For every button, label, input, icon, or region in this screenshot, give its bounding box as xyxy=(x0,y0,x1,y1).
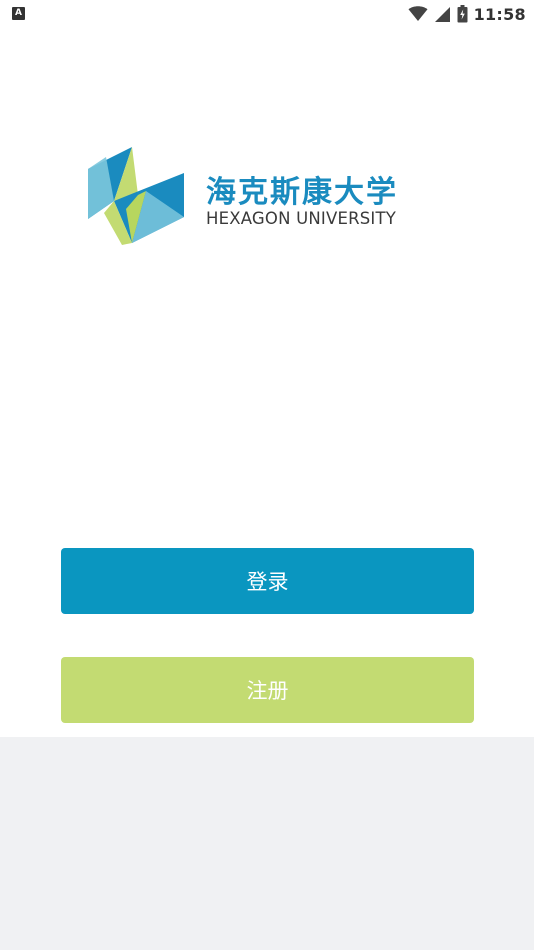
notification-a-icon: A xyxy=(12,7,25,20)
status-bar: A 11:58 xyxy=(0,0,534,28)
signal-icon xyxy=(434,6,450,22)
login-button-label: 登录 xyxy=(246,570,289,594)
bottom-area xyxy=(0,737,534,950)
wifi-icon xyxy=(408,6,428,21)
status-time: 11:58 xyxy=(473,4,526,24)
main-content: 海克斯康大学 HEXAGON UNIVERSITY 登录 注册 xyxy=(0,28,534,737)
register-button-label: 注册 xyxy=(246,679,289,703)
status-right-group: 11:58 xyxy=(408,3,526,25)
hexagon-logo: 海克斯康大学 HEXAGON UNIVERSITY xyxy=(86,147,456,247)
battery-icon xyxy=(457,5,468,23)
logo-english-name: HEXAGON UNIVERSITY xyxy=(206,209,397,228)
login-button[interactable]: 登录 xyxy=(61,548,474,614)
logo-chinese-name: 海克斯康大学 xyxy=(206,175,398,210)
register-button[interactable]: 注册 xyxy=(61,657,474,723)
hexagon-logo-mark-icon xyxy=(88,147,184,245)
